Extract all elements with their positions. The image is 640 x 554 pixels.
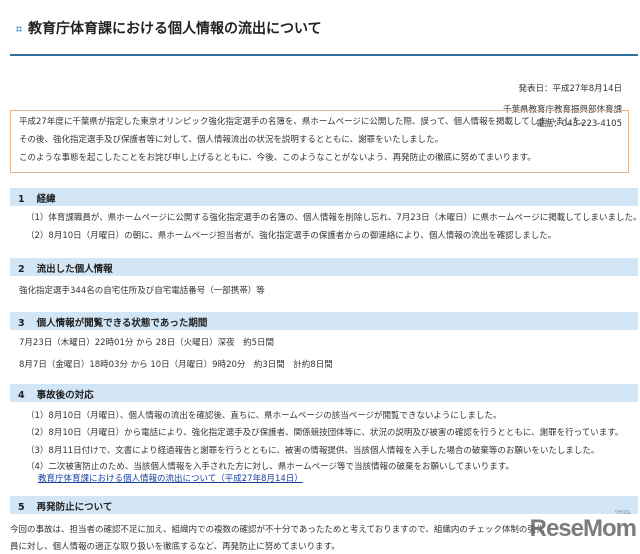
page-title: 教育庁体育課における個人情報の流出について	[16, 18, 322, 38]
section-number: 4	[18, 390, 25, 401]
section-number: 2	[18, 264, 25, 275]
section-title: 流出した個人情報	[36, 264, 113, 275]
section-header-3: 3 個人情報が閲覧できる状態であった期間	[10, 312, 638, 330]
notice-line: 平成27年度に千葉県が指定した東京オリンピック強化指定選手の名簿を、県ホームペー…	[19, 117, 590, 127]
section-number: 3	[18, 318, 25, 329]
notice-line: このような事態を起こしたことをお詫び申し上げるとともに、今後、このようなことがな…	[19, 153, 536, 163]
section-line: （2）8月10日（月曜日）の朝に、県ホームページ担当者が、強化指定選手の保護者か…	[26, 231, 557, 241]
section-line: 8月7日（金曜日）18時03分 から 10日（月曜日）9時20分 約3日間 計約…	[19, 360, 333, 370]
bullet-icon	[16, 26, 22, 32]
section-link[interactable]: 教育庁体育課における個人情報の流出について（平成27年8月14日）	[38, 472, 303, 484]
section-line: 員に対し、個人情報の適正な取り扱いを徹底するなど、再発防止に努めてまいります。	[10, 542, 340, 552]
publish-date: 発表日：平成27年8月14日	[518, 84, 622, 94]
section-line: 7月23日（木曜日）22時01分 から 28日（火曜日）深夜 約5日間	[19, 338, 274, 348]
watermark-text: ReseMom	[529, 515, 637, 542]
section-header-1: 1 経緯	[10, 188, 638, 206]
section-number: 5	[18, 502, 25, 513]
section-line: （2）8月10日（月曜日）から電話により、強化指定選手及び保護者、関係競技団体等…	[26, 428, 624, 438]
section-line: （3）8月11日付けで、文書により経過報告と謝罪を行うとともに、被害の情報提供、…	[26, 446, 600, 456]
section-number: 1	[18, 194, 25, 205]
section-header-4: 4 事故後の対応	[10, 384, 638, 402]
section-line: （4）二次被害防止のため、当該個人情報を入手された方に対し、県ホームページ等で当…	[26, 462, 514, 472]
watermark-small: リセマム	[613, 510, 631, 516]
section-header-5: 5 再発防止について	[10, 496, 638, 514]
section-title: 事故後の対応	[36, 390, 94, 401]
notice-line: その後、強化指定選手及び保護者等に対して、個人情報流出の状況を説明するとともに、…	[19, 135, 444, 145]
section-title: 経緯	[36, 194, 56, 205]
section-title: 個人情報が閲覧できる状態であった期間	[36, 318, 208, 329]
section-line: 今回の事故は、担当者の確認不足に加え、組織内での複数の確認が不十分であったためと…	[10, 525, 545, 535]
section-line: 強化指定選手344名の自宅住所及び自宅電話番号（一部携帯）等	[19, 286, 265, 296]
section-title: 再発防止について	[36, 502, 113, 513]
title-divider	[10, 54, 638, 56]
section-header-2: 2 流出した個人情報	[10, 258, 638, 276]
resemom-watermark-logo: リセマム ReseMom	[529, 510, 637, 543]
section-line: （1）8月10日（月曜日）、個人情報の流出を確認後、直ちに、県ホームページの該当…	[26, 411, 502, 421]
section-line: （1）体育課職員が、県ホームページに公開する強化指定選手の名簿の、個人情報を削除…	[26, 213, 640, 223]
